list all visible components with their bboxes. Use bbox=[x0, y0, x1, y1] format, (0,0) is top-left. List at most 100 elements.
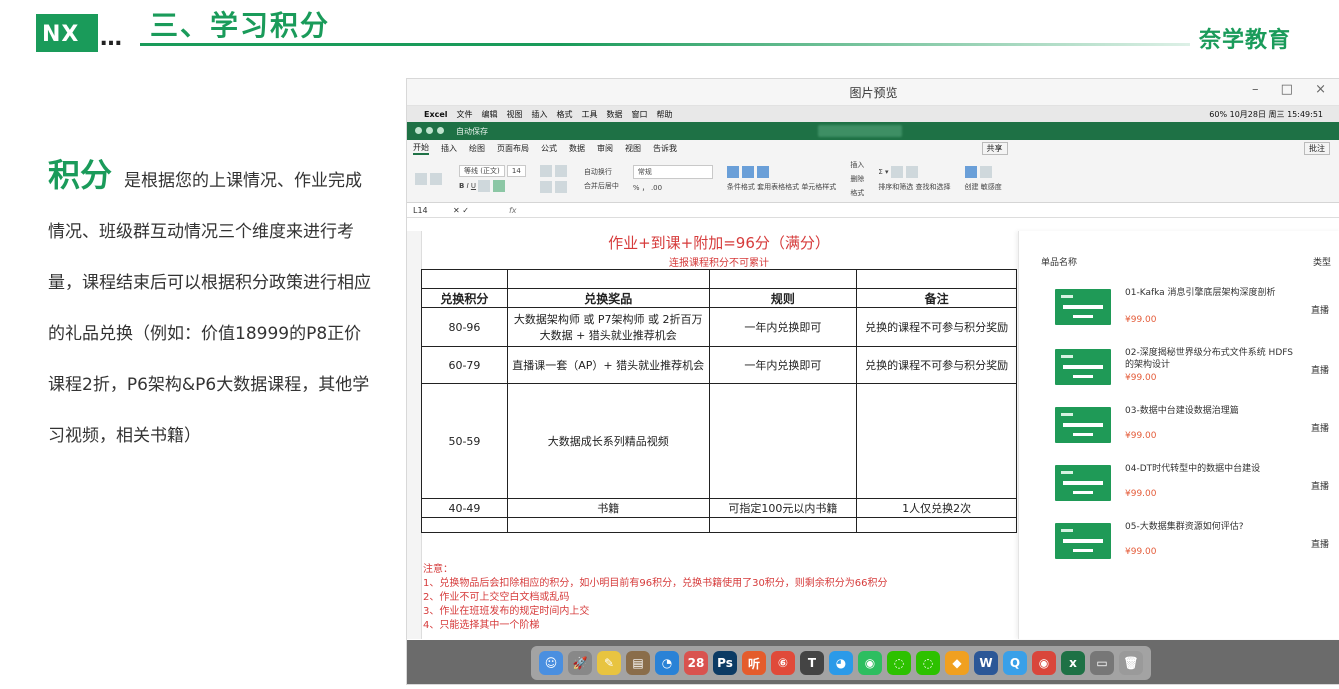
audio-icon[interactable]: 听 bbox=[742, 651, 766, 675]
create-icon[interactable] bbox=[964, 166, 977, 178]
tab-draw[interactable]: 绘图 bbox=[469, 143, 485, 154]
sort-filter-label[interactable]: 排序和筛选 bbox=[878, 183, 913, 191]
ribbon-tabs: 开始 插入 绘图 页面布局 公式 数据 审阅 视图 告诉我 共享 批注 bbox=[407, 140, 1339, 156]
wechat-icon[interactable]: ◌ bbox=[887, 651, 911, 675]
menu-file[interactable]: 文件 bbox=[457, 109, 473, 120]
qq-icon[interactable]: ◕ bbox=[829, 651, 853, 675]
window-icon[interactable]: ▭ bbox=[1090, 651, 1114, 675]
tab-view[interactable]: 视图 bbox=[625, 143, 641, 154]
italic-icon[interactable]: I bbox=[467, 182, 469, 190]
sketch-icon[interactable]: ◆ bbox=[945, 651, 969, 675]
font-size-select[interactable]: 14 bbox=[506, 165, 526, 177]
prize-cell: 书籍 bbox=[506, 498, 710, 518]
tab-review[interactable]: 审阅 bbox=[597, 143, 613, 154]
menu-view[interactable]: 视图 bbox=[507, 109, 523, 120]
menu-window[interactable]: 窗口 bbox=[632, 109, 648, 120]
tab-formulas[interactable]: 公式 bbox=[541, 143, 557, 154]
sensitivity-icon[interactable] bbox=[979, 166, 992, 178]
wechat-work-icon[interactable]: ◌ bbox=[916, 651, 940, 675]
underline-icon[interactable]: U bbox=[471, 182, 476, 190]
tab-home[interactable]: 开始 bbox=[413, 142, 429, 155]
finder-icon[interactable]: ☺ bbox=[539, 651, 563, 675]
menu-insert[interactable]: 插入 bbox=[532, 109, 548, 120]
product-price: ¥99.00 bbox=[1125, 431, 1157, 441]
align-top-icon[interactable] bbox=[539, 165, 552, 177]
wrap-text-button[interactable]: 自动换行 bbox=[584, 167, 619, 177]
bold-icon[interactable]: B bbox=[459, 182, 464, 190]
menu-data[interactable]: 数据 bbox=[607, 109, 623, 120]
calendar-icon[interactable]: 28 bbox=[684, 651, 708, 675]
header-prize: 兑换奖品 bbox=[506, 288, 710, 308]
cell-reference[interactable]: L14 bbox=[413, 206, 453, 215]
product-item[interactable]: 03-数据中台建设数据治理篇 ¥99.00 直播 bbox=[1019, 399, 1339, 457]
sort-icon[interactable] bbox=[890, 166, 903, 178]
product-name: 02-深度揭秘世界级分布式文件系统 HDFS 的架构设计 bbox=[1125, 348, 1293, 370]
menu-excel[interactable]: Excel bbox=[424, 110, 448, 119]
product-item[interactable]: 04-DT时代转型中的数据中台建设 ¥99.00 直播 bbox=[1019, 457, 1339, 515]
logo-dots: … bbox=[100, 26, 122, 51]
find-select-label[interactable]: 查找和选择 bbox=[916, 183, 951, 191]
border-icon[interactable] bbox=[478, 180, 491, 192]
align-center-icon[interactable] bbox=[554, 181, 567, 193]
product-price: ¥99.00 bbox=[1125, 489, 1157, 499]
table-format-icon[interactable] bbox=[741, 166, 754, 178]
menu-format[interactable]: 格式 bbox=[557, 109, 573, 120]
trash-icon[interactable]: 🗑 bbox=[1119, 651, 1143, 675]
photoshop-icon[interactable]: Ps bbox=[713, 651, 737, 675]
chrome-icon[interactable]: ◉ bbox=[1032, 651, 1056, 675]
word-icon[interactable]: W bbox=[974, 651, 998, 675]
merge-center-button[interactable]: 合并后居中 bbox=[584, 181, 619, 191]
fx-icon[interactable]: fx bbox=[509, 206, 517, 215]
share-button[interactable]: 共享 bbox=[981, 141, 1008, 155]
weibo-icon[interactable]: ⑥ bbox=[771, 651, 795, 675]
tab-page-layout[interactable]: 页面布局 bbox=[497, 143, 529, 154]
cell-style-label: 单元格样式 bbox=[801, 183, 837, 191]
product-item[interactable]: 01-Kafka 消息引擎底层架构深度剖析 ¥99.00 直播 bbox=[1019, 281, 1339, 339]
insert-cells-button[interactable]: 插入 bbox=[850, 160, 864, 170]
course-thumbnail bbox=[1055, 289, 1111, 325]
tab-insert[interactable]: 插入 bbox=[441, 143, 457, 154]
comment-button[interactable]: 批注 bbox=[1304, 141, 1330, 155]
maximize-button[interactable]: □ bbox=[1281, 82, 1293, 97]
typora-icon[interactable]: T bbox=[800, 651, 824, 675]
points-cell: 60-79 bbox=[421, 346, 508, 384]
paste-icon[interactable] bbox=[415, 173, 427, 185]
spreadsheet-area[interactable]: 作业+到课+附加=96分（满分） 连报课程积分不可累计 兑换积分 兑换奖品 规则… bbox=[407, 231, 1017, 639]
launchpad-icon[interactable]: 🚀 bbox=[568, 651, 592, 675]
menu-tools[interactable]: 工具 bbox=[582, 109, 598, 120]
minimize-button[interactable]: – bbox=[1252, 82, 1259, 97]
cell-style-icon[interactable] bbox=[756, 166, 769, 178]
table-format-label: 套用表格格式 bbox=[757, 183, 800, 191]
menu-edit[interactable]: 编辑 bbox=[482, 109, 498, 120]
product-item[interactable]: 05-大数据集群资源如何评估? ¥99.00 直播 bbox=[1019, 515, 1339, 573]
autosave-label[interactable]: 自动保存 bbox=[456, 126, 488, 137]
note-item: 4、只能选择其中一个阶梯 bbox=[423, 620, 540, 631]
find-icon[interactable] bbox=[905, 166, 918, 178]
table-row: 80-96 大数据架构师 或 P7架构师 或 2折百万大数据 + 猎头就业推荐机… bbox=[421, 307, 1017, 347]
align-middle-icon[interactable] bbox=[554, 165, 567, 177]
excel-icon[interactable]: x bbox=[1061, 651, 1085, 675]
prize-cell: 大数据架构师 或 P7架构师 或 2折百万大数据 + 猎头就业推荐机会 bbox=[506, 307, 710, 347]
course-thumbnail bbox=[1055, 407, 1111, 443]
alignment-group bbox=[539, 165, 570, 193]
align-left-icon[interactable] bbox=[539, 181, 552, 193]
tab-data[interactable]: 数据 bbox=[569, 143, 585, 154]
cut-icon[interactable] bbox=[430, 173, 442, 185]
qq-browser-icon[interactable]: Q bbox=[1003, 651, 1027, 675]
safari-icon[interactable]: ◔ bbox=[655, 651, 679, 675]
product-item[interactable]: 02-深度揭秘世界级分布式文件系统 HDFS 的架构设计 ¥99.00 直播 bbox=[1019, 341, 1339, 399]
number-format-select[interactable]: 常规 bbox=[632, 165, 713, 179]
notes-icon[interactable]: ✎ bbox=[597, 651, 621, 675]
note-cell: 兑换的课程不可参与积分奖励 bbox=[856, 307, 1017, 347]
format-cells-button[interactable]: 格式 bbox=[850, 188, 864, 198]
font-name-select[interactable]: 等线 (正文) bbox=[459, 165, 505, 177]
menu-help[interactable]: 帮助 bbox=[657, 109, 673, 120]
traffic-lights[interactable] bbox=[415, 126, 448, 136]
notebook-icon[interactable]: ▤ bbox=[626, 651, 650, 675]
delete-cells-button[interactable]: 删除 bbox=[850, 174, 864, 184]
evernote-icon[interactable]: ◉ bbox=[858, 651, 882, 675]
tab-tell-me[interactable]: 告诉我 bbox=[653, 143, 677, 154]
fill-color-icon[interactable] bbox=[493, 180, 506, 192]
conditional-format-icon[interactable] bbox=[726, 166, 739, 178]
close-button[interactable]: × bbox=[1315, 82, 1326, 97]
